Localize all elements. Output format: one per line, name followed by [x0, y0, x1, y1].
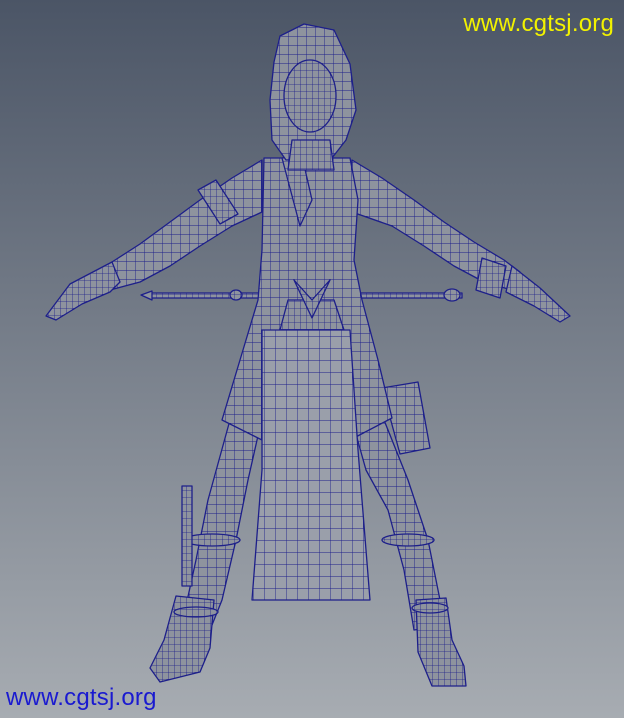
watermark-top-right: www.cgtsj.org — [463, 10, 614, 37]
front-skirt-panel — [251, 329, 371, 601]
3d-viewport[interactable]: www.cgtsj.org www.cgtsj.org — [0, 0, 624, 718]
watermark-bottom-left: www.cgtsj.org — [6, 684, 157, 711]
viewport-canvas[interactable] — [0, 0, 624, 718]
